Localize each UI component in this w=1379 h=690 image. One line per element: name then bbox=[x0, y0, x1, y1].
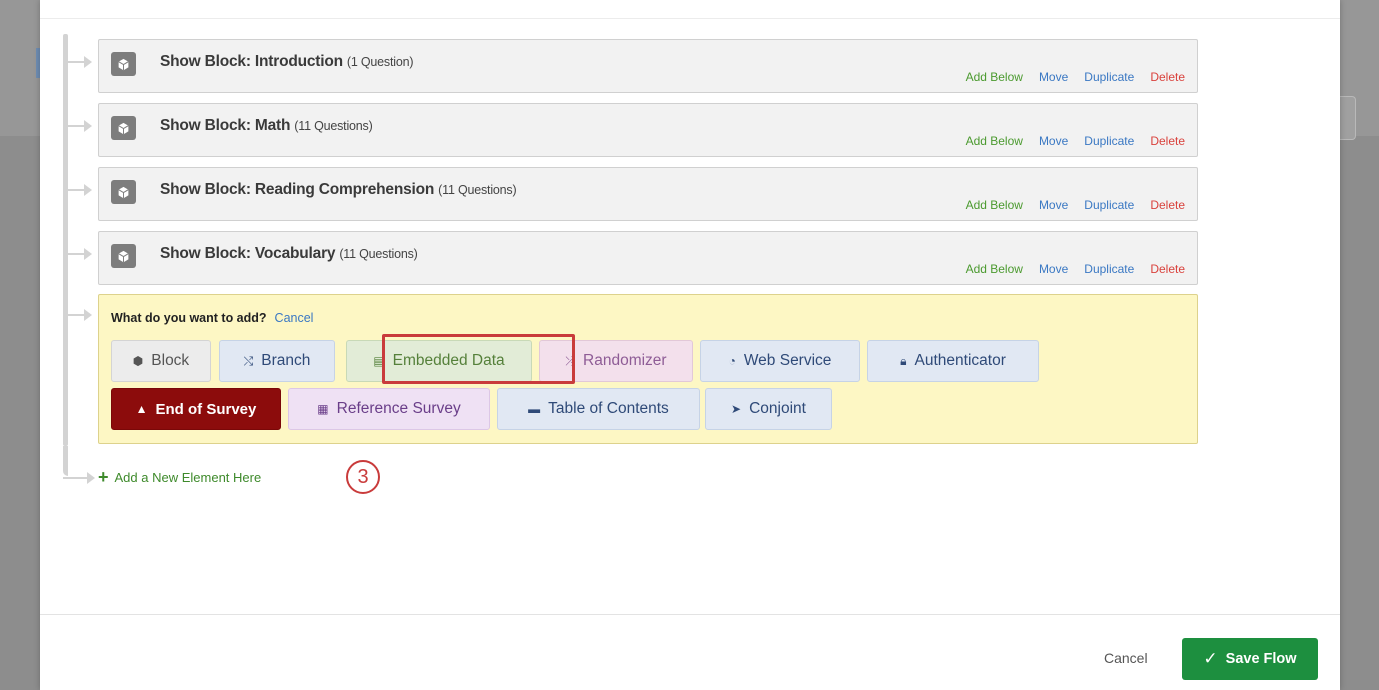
duplicate-link[interactable]: Duplicate bbox=[1084, 70, 1134, 84]
add-below-link[interactable]: Add Below bbox=[966, 262, 1023, 276]
duplicate-link[interactable]: Duplicate bbox=[1084, 262, 1134, 276]
flow-block-vocabulary[interactable]: Show Block: Vocabulary (11 Questions) Add… bbox=[98, 231, 1198, 285]
duplicate-link[interactable]: Duplicate bbox=[1084, 134, 1134, 148]
add-below-link[interactable]: Add Below bbox=[966, 70, 1023, 84]
cube-icon bbox=[111, 180, 136, 204]
duplicate-link[interactable]: Duplicate bbox=[1084, 198, 1134, 212]
add-element-panel: What do you want to add? Cancel ⬢ Block ⤭ B… bbox=[98, 294, 1198, 444]
flow-connector-arrow bbox=[66, 56, 96, 68]
move-link[interactable]: Move bbox=[1039, 70, 1068, 84]
plus-icon: + bbox=[98, 467, 109, 487]
rss-icon: ◔ bbox=[728, 354, 736, 368]
backdrop-input bbox=[1340, 96, 1356, 140]
add-below-link[interactable]: Add Below bbox=[966, 134, 1023, 148]
add-block-button[interactable]: ⬢ Block bbox=[111, 340, 211, 382]
add-table-of-contents-button[interactable]: ▬ Table of Contents bbox=[497, 388, 700, 430]
flow-connector-arrow bbox=[66, 309, 96, 321]
cube-icon: ⬢ bbox=[132, 354, 144, 368]
flow-block-reading-comprehension[interactable]: Show Block: Reading Comprehension (11 Que… bbox=[98, 167, 1198, 221]
flow-connector-arrow bbox=[66, 184, 96, 196]
add-below-link[interactable]: Add Below bbox=[966, 198, 1023, 212]
cube-icon bbox=[111, 116, 136, 140]
flow-block-introduction[interactable]: Show Block: Introduction (1 Question) Add… bbox=[98, 39, 1198, 93]
cancel-button[interactable]: Cancel bbox=[1104, 650, 1148, 666]
add-branch-button[interactable]: ⤭ Branch bbox=[219, 340, 335, 382]
add-new-element-link[interactable]: + Add a New Element Here bbox=[98, 468, 261, 486]
block-question-count: (1 Question) bbox=[346, 55, 414, 69]
block-title: Show Block: Math (11 Questions) bbox=[160, 117, 373, 134]
block-actions: Add Below Move Duplicate Delete bbox=[950, 134, 1185, 148]
flow-trunk-line bbox=[63, 34, 68, 446]
conjoint-icon: ➤ bbox=[731, 402, 742, 416]
survey-flow-modal: Show Block: Introduction (1 Question) Add… bbox=[40, 0, 1340, 690]
cube-icon bbox=[111, 244, 136, 268]
embedded-data-highlight bbox=[382, 334, 575, 384]
check-icon: ✓ bbox=[1203, 649, 1218, 668]
flow-connector-arrow bbox=[66, 120, 96, 132]
move-link[interactable]: Move bbox=[1039, 198, 1068, 212]
delete-link[interactable]: Delete bbox=[1150, 198, 1185, 212]
modal-header-divider bbox=[40, 18, 1340, 19]
add-element-prompt: What do you want to add? Cancel bbox=[111, 311, 314, 325]
add-authenticator-button[interactable]: 🔒︎ Authenticator bbox=[867, 340, 1039, 382]
modal-footer-divider bbox=[40, 614, 1340, 615]
save-flow-button[interactable]: ✓ Save Flow bbox=[1182, 638, 1318, 680]
add-web-service-button[interactable]: ◔ Web Service bbox=[700, 340, 860, 382]
clipboard-icon: ▦ bbox=[317, 402, 329, 416]
block-title: Show Block: Introduction (1 Question) bbox=[160, 53, 414, 70]
branch-icon: ⤭ bbox=[243, 354, 254, 368]
add-conjoint-button[interactable]: ➤ Conjoint bbox=[705, 388, 832, 430]
add-reference-survey-button[interactable]: ▦ Reference Survey bbox=[288, 388, 490, 430]
block-title: Show Block: Reading Comprehension (11 Que… bbox=[160, 181, 517, 198]
lock-icon: 🔒︎ bbox=[900, 354, 907, 368]
flow-block-math[interactable]: Show Block: Math (11 Questions) Add Below… bbox=[98, 103, 1198, 157]
block-actions: Add Below Move Duplicate Delete bbox=[950, 198, 1185, 212]
step-number-badge: 3 bbox=[346, 460, 380, 494]
list-icon: ▬ bbox=[528, 402, 541, 416]
flow-connector-arrow bbox=[66, 248, 96, 260]
flow-connector-end bbox=[63, 446, 99, 484]
cube-icon bbox=[111, 52, 136, 76]
move-link[interactable]: Move bbox=[1039, 262, 1068, 276]
warning-icon: ▲ bbox=[135, 402, 148, 416]
add-end-of-survey-button[interactable]: ▲ End of Survey bbox=[111, 388, 281, 430]
block-question-count: (11 Questions) bbox=[339, 247, 418, 261]
move-link[interactable]: Move bbox=[1039, 134, 1068, 148]
block-question-count: (11 Questions) bbox=[294, 119, 373, 133]
block-title: Show Block: Vocabulary (11 Questions) bbox=[160, 245, 418, 262]
block-actions: Add Below Move Duplicate Delete bbox=[950, 262, 1185, 276]
block-actions: Add Below Move Duplicate Delete bbox=[950, 70, 1185, 84]
block-question-count: (11 Questions) bbox=[438, 183, 517, 197]
add-element-cancel-link[interactable]: Cancel bbox=[275, 311, 314, 325]
delete-link[interactable]: Delete bbox=[1150, 70, 1185, 84]
delete-link[interactable]: Delete bbox=[1150, 262, 1185, 276]
delete-link[interactable]: Delete bbox=[1150, 134, 1185, 148]
